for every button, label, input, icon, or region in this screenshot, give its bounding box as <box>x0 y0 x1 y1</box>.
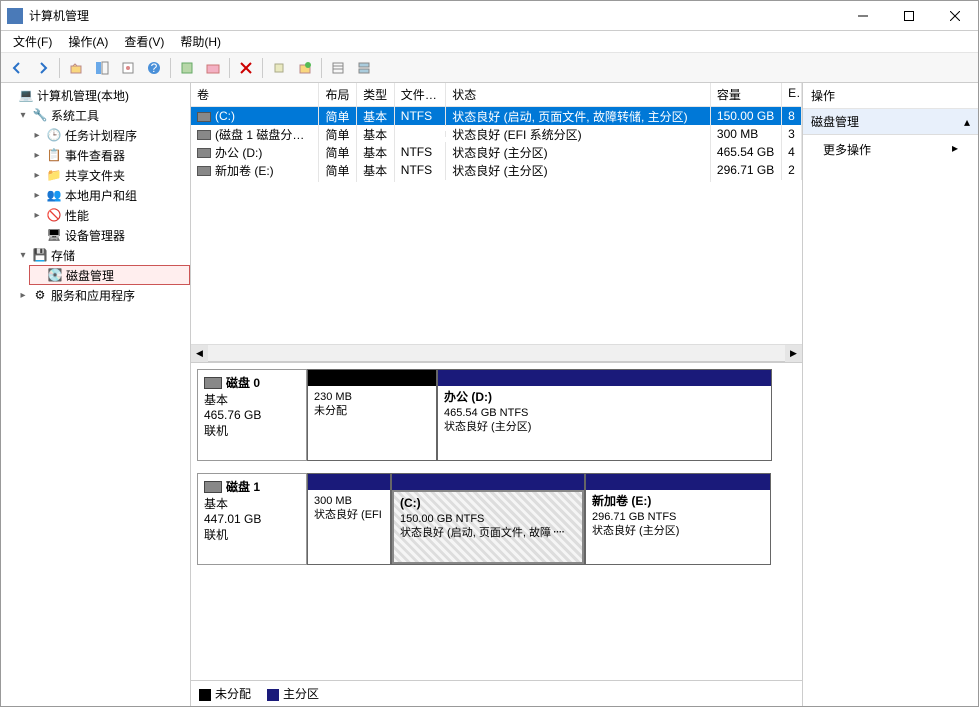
disk-icon <box>204 481 222 493</box>
partition[interactable]: 300 MB状态良好 (EFI <box>307 473 391 565</box>
tree-diskmgmt[interactable]: 💽磁盘管理 <box>29 265 190 285</box>
minimize-button[interactable] <box>840 1 886 30</box>
window-title: 计算机管理 <box>29 7 840 24</box>
disk-row: 磁盘 0基本465.76 GB联机230 MB未分配办公 (D:)465.54 … <box>197 369 796 461</box>
help-button[interactable]: ? <box>142 56 166 80</box>
properties-button[interactable] <box>116 56 140 80</box>
drive-icon <box>197 166 211 176</box>
drive-icon <box>197 148 211 158</box>
col-capacity[interactable]: 容量 <box>711 83 782 106</box>
menu-help[interactable]: 帮助(H) <box>172 31 229 52</box>
delete-button[interactable] <box>234 56 258 80</box>
storage-icon: 💾 <box>32 247 48 263</box>
app-icon <box>7 8 23 24</box>
tree-services[interactable]: ▸⚙服务和应用程序 <box>15 285 190 305</box>
col-volume[interactable]: 卷 <box>191 83 319 106</box>
up-button[interactable] <box>64 56 88 80</box>
col-free[interactable]: E <box>782 83 802 106</box>
actions-title: 操作 <box>803 83 978 109</box>
tree-eventviewer[interactable]: ▸📋事件查看器 <box>29 145 190 165</box>
actions-group[interactable]: 磁盘管理▴ <box>803 109 978 135</box>
disk-graphical[interactable]: 磁盘 0基本465.76 GB联机230 MB未分配办公 (D:)465.54 … <box>191 363 802 680</box>
tree-storage[interactable]: ▾💾存储 <box>15 245 190 265</box>
partition[interactable]: 新加卷 (E:)296.71 GB NTFS状态良好 (主分区) <box>585 473 771 565</box>
collapse-icon: ▴ <box>964 115 970 129</box>
svg-text:?: ? <box>151 61 158 75</box>
refresh-button[interactable] <box>175 56 199 80</box>
tree-scheduler[interactable]: ▸🕒任务计划程序 <box>29 125 190 145</box>
titlebar: 计算机管理 <box>1 1 978 31</box>
drive-icon <box>197 112 211 122</box>
volume-list: 卷 布局 类型 文件系统 状态 容量 E (C:)简单基本NTFS状态良好 (启… <box>191 83 802 363</box>
menu-file[interactable]: 文件(F) <box>5 31 60 52</box>
tree-shared[interactable]: ▸📁共享文件夹 <box>29 165 190 185</box>
volume-rows[interactable]: (C:)简单基本NTFS状态良好 (启动, 页面文件, 故障转储, 主分区)15… <box>191 107 802 344</box>
disk-icon <box>204 377 222 389</box>
chevron-right-icon: ▸ <box>952 141 958 158</box>
partition[interactable]: (C:)150.00 GB NTFS状态良好 (启动, 页面文件, 故障᠁ <box>391 473 585 565</box>
scroll-left-icon[interactable]: ◀ <box>191 345 208 362</box>
toolbar: ? <box>1 53 978 83</box>
volume-header: 卷 布局 类型 文件系统 状态 容量 E <box>191 83 802 107</box>
detail-view-button[interactable] <box>352 56 376 80</box>
shared-icon: 📁 <box>46 167 62 183</box>
show-hide-tree-button[interactable] <box>90 56 114 80</box>
event-icon: 📋 <box>46 147 62 163</box>
drive-icon <box>197 130 211 140</box>
tree-devmgr[interactable]: 🖥设备管理器 <box>29 225 190 245</box>
legend: 未分配 主分区 <box>191 680 802 706</box>
col-fs[interactable]: 文件系统 <box>395 83 446 106</box>
tree-panel[interactable]: 💻计算机管理(本地) ▾🔧系统工具 ▸🕒任务计划程序 ▸📋事件查看器 ▸📁共享文… <box>1 83 191 706</box>
tools-icon: 🔧 <box>32 107 48 123</box>
settings-button[interactable] <box>201 56 225 80</box>
disk-info[interactable]: 磁盘 1基本447.01 GB联机 <box>197 473 307 565</box>
tree-perf[interactable]: ▸🚫性能 <box>29 205 190 225</box>
new-button[interactable] <box>293 56 317 80</box>
computer-icon: 💻 <box>18 87 34 103</box>
scheduler-icon: 🕒 <box>46 127 62 143</box>
partition[interactable]: 办公 (D:)465.54 GB NTFS状态良好 (主分区) <box>437 369 772 461</box>
disk-icon: 💽 <box>47 267 63 283</box>
perf-icon: 🚫 <box>46 207 62 223</box>
col-layout[interactable]: 布局 <box>319 83 357 106</box>
users-icon: 👥 <box>46 187 62 203</box>
tree-root[interactable]: 💻计算机管理(本地) <box>1 85 190 105</box>
col-type[interactable]: 类型 <box>357 83 395 106</box>
close-button[interactable] <box>932 1 978 30</box>
legend-primary-swatch <box>267 689 279 701</box>
actions-panel: 操作 磁盘管理▴ 更多操作▸ <box>803 83 978 706</box>
services-icon: ⚙ <box>32 287 48 303</box>
maximize-button[interactable] <box>886 1 932 30</box>
volume-row[interactable]: 新加卷 (E:)简单基本NTFS状态良好 (主分区)296.71 GB2 <box>191 161 802 179</box>
scroll-right-icon[interactable]: ▶ <box>785 345 802 362</box>
menu-action[interactable]: 操作(A) <box>60 31 116 52</box>
actions-more[interactable]: 更多操作▸ <box>803 135 978 164</box>
tree-systools[interactable]: ▾🔧系统工具 <box>15 105 190 125</box>
col-status[interactable]: 状态 <box>446 83 711 106</box>
h-scrollbar[interactable]: ◀ ▶ <box>191 344 802 361</box>
disk-row: 磁盘 1基本447.01 GB联机300 MB状态良好 (EFI(C:)150.… <box>197 473 796 565</box>
legend-unalloc-swatch <box>199 689 211 701</box>
list-view-button[interactable] <box>326 56 350 80</box>
forward-button[interactable] <box>31 56 55 80</box>
menubar: 文件(F) 操作(A) 查看(V) 帮助(H) <box>1 31 978 53</box>
device-icon: 🖥 <box>46 227 62 243</box>
center-panel: 卷 布局 类型 文件系统 状态 容量 E (C:)简单基本NTFS状态良好 (启… <box>191 83 803 706</box>
action1-button[interactable] <box>267 56 291 80</box>
menu-view[interactable]: 查看(V) <box>116 31 172 52</box>
disk-info[interactable]: 磁盘 0基本465.76 GB联机 <box>197 369 307 461</box>
tree-users[interactable]: ▸👥本地用户和组 <box>29 185 190 205</box>
partition[interactable]: 230 MB未分配 <box>307 369 437 461</box>
back-button[interactable] <box>5 56 29 80</box>
